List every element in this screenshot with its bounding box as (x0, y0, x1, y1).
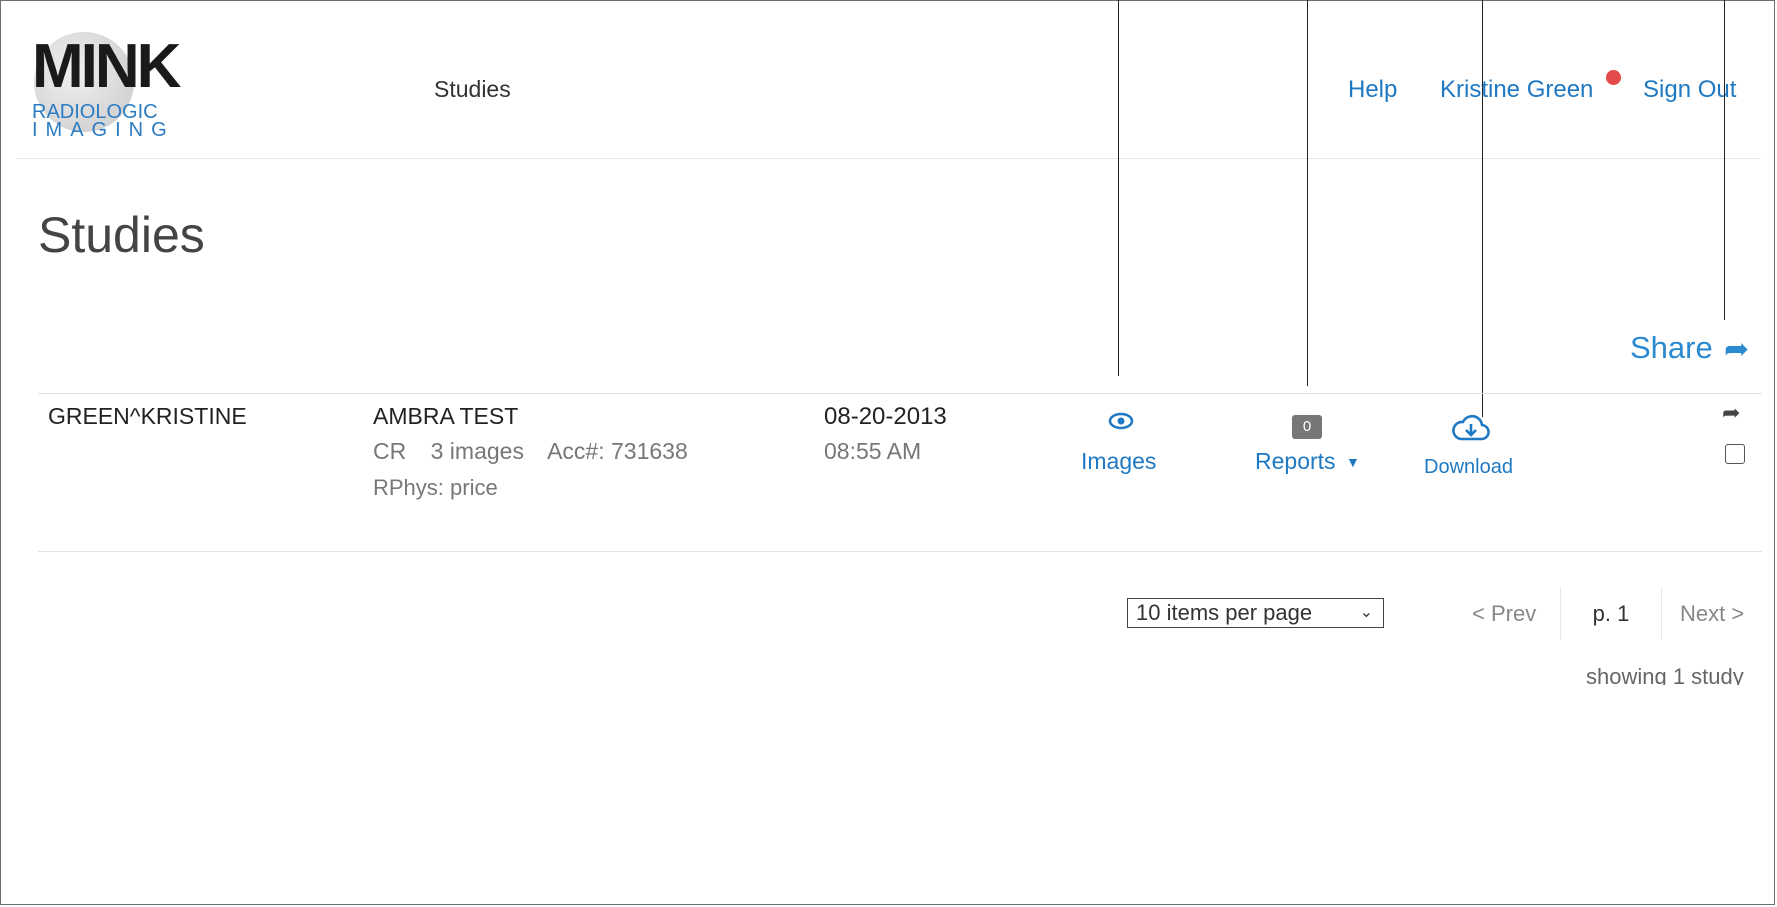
items-per-page-value: 10 items per page (1136, 600, 1313, 625)
share-arrow-icon[interactable]: ➦ (1724, 332, 1749, 367)
share-link[interactable]: Share (1630, 330, 1713, 366)
study-rphys: RPhys: price (373, 475, 498, 500)
reports-button[interactable]: Reports (1255, 448, 1336, 475)
study-meta: CR 3 images Acc#: 731638 (373, 438, 706, 465)
reports-count-badge: 0 (1292, 415, 1322, 439)
prev-page-button[interactable]: < Prev (1472, 588, 1536, 640)
study-images-count: 3 images (430, 438, 524, 464)
help-link[interactable]: Help (1348, 76, 1397, 104)
nav-studies-link[interactable]: Studies (434, 76, 511, 103)
study-description[interactable]: AMBRA TEST (373, 403, 518, 430)
callout-line-share (1724, 0, 1725, 320)
study-modality: CR (373, 438, 407, 464)
logo-imaging-text: IMAGING (32, 119, 175, 141)
items-per-page-select[interactable]: 10 items per page ⌄ (1127, 598, 1384, 628)
current-page: p. 1 (1560, 588, 1662, 640)
images-button[interactable]: Images (1081, 448, 1156, 475)
user-menu-link[interactable]: Kristine Green (1440, 76, 1593, 104)
patient-name[interactable]: GREEN^KRISTINE (48, 403, 247, 430)
eye-icon[interactable] (1108, 411, 1134, 437)
row-divider-top (38, 393, 1762, 394)
page-title: Studies (38, 207, 205, 263)
chevron-down-icon: ⌄ (1359, 604, 1373, 621)
download-button[interactable]: Download (1424, 456, 1513, 479)
cloud-download-icon[interactable] (1451, 412, 1491, 444)
study-time: 08:55 AM (824, 438, 922, 464)
row-divider-bottom (38, 551, 1762, 552)
row-share-icon[interactable]: ➦ (1722, 400, 1740, 426)
showing-count: showing 1 study (1586, 664, 1744, 685)
sign-out-link[interactable]: Sign Out (1643, 76, 1736, 104)
row-select-checkbox[interactable] (1725, 444, 1745, 464)
header-divider (16, 158, 1761, 159)
caret-down-icon[interactable]: ▼ (1346, 454, 1360, 470)
logo-mink-text: MINK (32, 32, 181, 101)
study-date: 08-20-2013 (824, 403, 947, 430)
callout-line-images (1118, 0, 1119, 376)
callout-line-reports (1307, 0, 1308, 386)
notification-dot (1606, 70, 1621, 85)
logo[interactable]: MINK RADIOLOGIC IMAGING (30, 22, 181, 140)
study-accession: Acc#: 731638 (547, 438, 688, 464)
callout-line-download (1482, 0, 1483, 417)
next-page-button[interactable]: Next > (1680, 588, 1744, 640)
